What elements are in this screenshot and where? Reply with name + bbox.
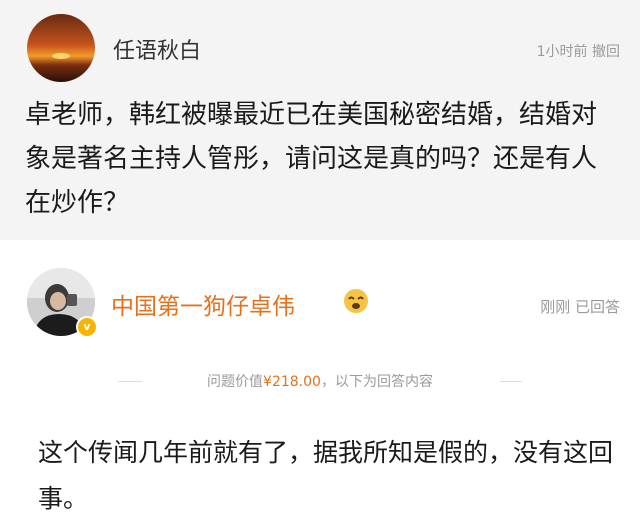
price-line: 问题价值¥218.00，以下为回答内容 — [0, 371, 640, 391]
question-text: 卓老师，韩红被曝最近已在美国秘密结婚，结婚对象是著名主持人管彤，请问这是真的吗？… — [25, 100, 598, 218]
verified-badge-icon: v — [76, 316, 98, 338]
price-value: ¥218.00 — [263, 374, 321, 390]
answer-text: 这个传闻几年前就有了，据我所知是假的，没有这回事。 — [38, 438, 614, 513]
answer-meta: 刚刚 已回答 — [540, 298, 620, 316]
emoji-icon — [343, 288, 369, 314]
asker-avatar[interactable] — [27, 14, 95, 82]
question-meta: 1小时前 撤回 — [536, 44, 620, 60]
price-prefix: 问题价值 — [207, 374, 264, 390]
price-suffix: ，以下为回答内容 — [320, 374, 433, 390]
sunset-avatar-icon — [27, 14, 95, 82]
asker-name[interactable]: 任语秋白 — [113, 33, 201, 65]
answerer-name[interactable]: 中国第一狗仔卓伟 — [111, 287, 295, 321]
page: 任语秋白 1小时前 撤回 卓老师，韩红被曝最近已在美国秘密结婚，结婚对象是著名主… — [0, 0, 640, 527]
